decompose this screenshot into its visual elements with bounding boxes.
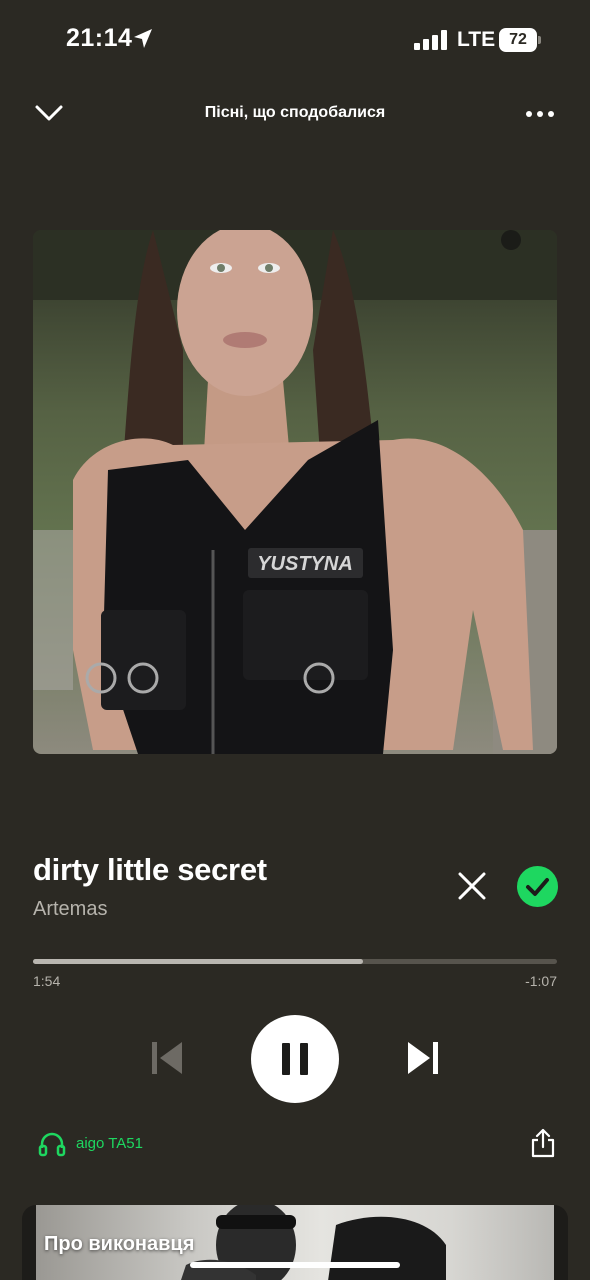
close-icon[interactable] <box>456 870 488 902</box>
next-icon[interactable] <box>406 1040 440 1076</box>
previous-icon[interactable] <box>150 1040 184 1076</box>
location-arrow-icon <box>134 29 152 48</box>
shirt-logo-text: YUSTYNA <box>257 553 353 575</box>
signal-icon <box>414 30 447 50</box>
connected-device-name[interactable]: aigo TA51 <box>76 1135 143 1152</box>
headphones-icon[interactable] <box>38 1130 66 1158</box>
progress-bar[interactable] <box>33 959 557 964</box>
pause-button[interactable] <box>251 1015 339 1103</box>
status-time: 21:14 <box>66 24 133 52</box>
about-artist-card[interactable]: Про виконавця <box>22 1205 568 1280</box>
battery-icon: 72 <box>499 28 541 52</box>
time-remaining: -1:07 <box>525 973 557 989</box>
chevron-down-icon[interactable] <box>34 102 64 124</box>
about-artist-label: Про виконавця <box>44 1233 195 1255</box>
network-type: LTE <box>457 28 496 51</box>
liked-check-icon[interactable] <box>517 866 558 907</box>
playlist-title: Пісні, що сподобалися <box>204 104 386 121</box>
more-icon[interactable] <box>524 108 556 120</box>
home-indicator <box>190 1262 400 1268</box>
album-artwork: YUSTYNA <box>33 230 557 754</box>
track-title: dirty little secret <box>33 852 267 887</box>
share-icon[interactable] <box>530 1128 556 1158</box>
progress-fill <box>33 959 364 964</box>
pause-icon <box>282 1043 308 1075</box>
track-artist[interactable]: Artemas <box>33 898 107 921</box>
time-elapsed: 1:54 <box>33 973 61 989</box>
battery-level: 72 <box>499 28 537 52</box>
